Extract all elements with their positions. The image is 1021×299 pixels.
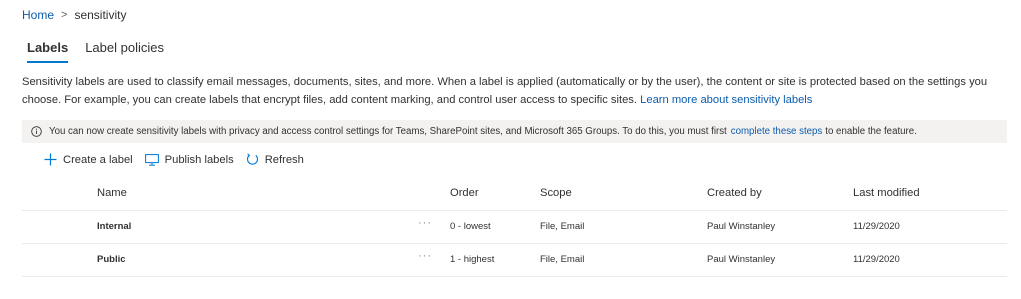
label-created-by: Paul Winstanley	[707, 221, 776, 232]
refresh-text: Refresh	[264, 153, 304, 166]
monitor-icon	[144, 153, 159, 166]
table-row[interactable]: Public ··· 1 - highest File, Email Paul …	[22, 244, 1007, 277]
tab-label-policies[interactable]: Label policies	[85, 40, 164, 63]
breadcrumb-home-link[interactable]: Home	[22, 8, 54, 22]
info-bar-suffix: to enable the feature.	[825, 126, 917, 137]
info-bar: You can now create sensitivity labels wi…	[22, 120, 1007, 143]
column-header-created-by[interactable]: Created by	[707, 187, 762, 199]
command-bar: Create a label Publish labels Refresh	[44, 153, 304, 166]
table-row[interactable]: Internal ··· 0 - lowest File, Email Paul…	[22, 211, 1007, 244]
table-header: Name Order Scope Created by Last modifie…	[22, 178, 1007, 211]
column-header-scope[interactable]: Scope	[540, 187, 572, 199]
breadcrumb-separator: >	[61, 9, 68, 21]
tab-bar: Labels Label policies	[27, 40, 164, 63]
label-created-by: Paul Winstanley	[707, 254, 776, 265]
label-name: Internal	[97, 221, 132, 232]
tab-labels[interactable]: Labels	[27, 40, 69, 63]
complete-steps-link[interactable]: complete these steps	[731, 126, 823, 137]
more-options-icon[interactable]: ···	[418, 217, 432, 229]
breadcrumb-current: sensitivity	[74, 8, 127, 22]
breadcrumb: Home > sensitivity	[22, 8, 126, 22]
create-label-text: Create a label	[63, 153, 133, 166]
column-header-name[interactable]: Name	[97, 187, 127, 199]
label-order: 0 - lowest	[450, 221, 491, 232]
publish-labels-text: Publish labels	[164, 153, 234, 166]
label-scope: File, Email	[540, 254, 585, 265]
column-header-last-modified[interactable]: Last modified	[853, 187, 920, 199]
create-label-button[interactable]: Create a label	[44, 153, 133, 166]
labels-table: Name Order Scope Created by Last modifie…	[22, 178, 1007, 277]
column-header-order[interactable]: Order	[450, 187, 479, 199]
label-last-modified: 11/29/2020	[853, 221, 900, 232]
description-text: Sensitivity labels are used to classify …	[22, 76, 988, 106]
plus-icon	[44, 153, 57, 166]
info-icon	[31, 126, 42, 137]
info-bar-text: You can now create sensitivity labels wi…	[49, 126, 727, 137]
publish-labels-button[interactable]: Publish labels	[144, 153, 234, 166]
refresh-button[interactable]: Refresh	[246, 153, 304, 166]
learn-more-link[interactable]: Learn more about sensitivity labels	[640, 94, 812, 106]
label-order: 1 - highest	[450, 254, 495, 265]
refresh-icon	[246, 153, 258, 165]
page-description: Sensitivity labels are used to classify …	[22, 73, 1002, 109]
label-scope: File, Email	[540, 221, 585, 232]
label-name: Public	[97, 254, 126, 265]
label-last-modified: 11/29/2020	[853, 254, 900, 265]
more-options-icon[interactable]: ···	[418, 250, 432, 262]
